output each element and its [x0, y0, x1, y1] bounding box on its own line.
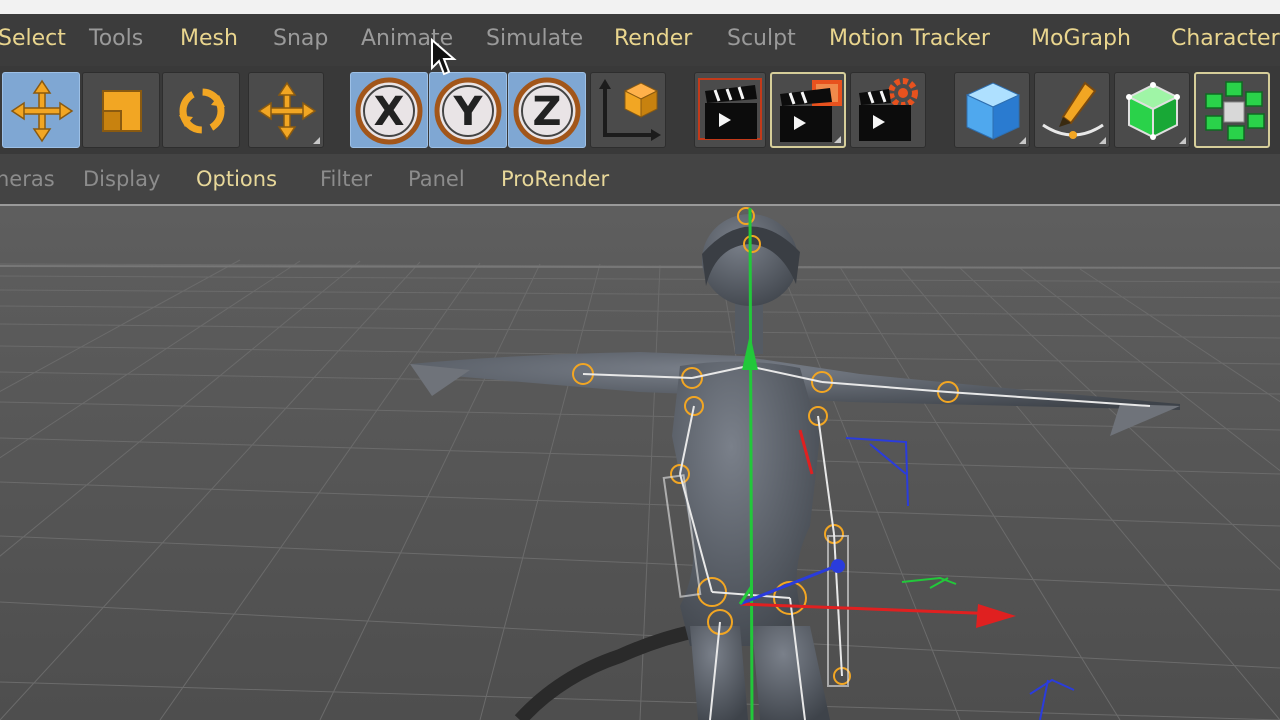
viewport-menu-cameras[interactable]: neras [0, 166, 55, 192]
clapperboard-icon [698, 78, 762, 140]
submenu-indicator [1099, 137, 1106, 144]
command-toolbar: X Y Z [0, 66, 1280, 154]
menu-mesh[interactable]: Mesh [180, 26, 238, 52]
window-title-strip [0, 0, 1280, 14]
viewport-menu-display[interactable]: Display [83, 166, 160, 192]
submenu-indicator [313, 137, 320, 144]
menu-sculpt[interactable]: Sculpt [727, 26, 796, 52]
rotate-icon [178, 87, 226, 135]
menu-mograph[interactable]: MoGraph [1031, 26, 1131, 52]
y-axis-label: Y [453, 89, 484, 135]
menu-simulate[interactable]: Simulate [486, 26, 583, 52]
cloner-button[interactable] [1194, 72, 1270, 148]
coordinate-system-icon [599, 79, 661, 141]
cloner-icon [1205, 81, 1265, 141]
menu-render[interactable]: Render [614, 26, 692, 52]
viewport-menu-filter[interactable]: Filter [320, 166, 372, 192]
main-menu-bar: Select Tools Mesh Snap Animate Simulate … [0, 14, 1280, 66]
submenu-indicator [1019, 137, 1026, 144]
z-axis-handle[interactable] [831, 559, 845, 573]
submenu-indicator [834, 136, 841, 143]
move-arrows-icon [10, 79, 74, 143]
menu-snap[interactable]: Snap [273, 26, 328, 52]
x-axis-label: X [374, 89, 405, 135]
menu-motion-tracker[interactable]: Motion Tracker [829, 26, 990, 52]
viewport-menu-prorender[interactable]: ProRender [501, 166, 609, 192]
x-axis-toggle[interactable]: X [350, 72, 428, 148]
3d-viewport[interactable] [0, 206, 1280, 720]
viewport-menu-options[interactable]: Options [196, 166, 277, 192]
menu-tools[interactable]: Tools [89, 26, 143, 52]
viewport-menu-bar: neras Display Options Filter Panel ProRe… [0, 154, 1280, 206]
viewport-menu-panel[interactable]: Panel [408, 166, 465, 192]
y-axis-toggle[interactable]: Y [429, 72, 507, 148]
scale-tool-button[interactable] [82, 72, 160, 148]
subdivision-surface-button[interactable] [1114, 72, 1190, 148]
menu-character[interactable]: Character [1171, 26, 1280, 52]
add-cube-button[interactable] [954, 72, 1030, 148]
transform-tool-button[interactable] [248, 72, 324, 148]
render-to-picture-viewer-button[interactable] [770, 72, 846, 148]
scale-icon [102, 90, 142, 132]
render-settings-button[interactable] [850, 72, 926, 148]
add-spline-pen-button[interactable] [1034, 72, 1110, 148]
z-axis-icon: Z [513, 77, 581, 145]
z-axis-toggle[interactable]: Z [508, 72, 586, 148]
render-settings-gear-icon [859, 78, 918, 141]
x-axis-icon: X [355, 77, 423, 145]
mouse-cursor-icon [431, 38, 457, 76]
menu-select[interactable]: Select [0, 26, 66, 52]
submenu-indicator [1179, 137, 1186, 144]
y-axis-icon: Y [434, 77, 502, 145]
render-view-button[interactable] [694, 72, 766, 148]
move-tool-button[interactable] [2, 72, 80, 148]
spine-bone [748, 207, 754, 720]
viewport-scene [0, 206, 1280, 720]
z-axis-label: Z [532, 89, 561, 135]
coordinate-system-button[interactable] [590, 72, 666, 148]
rotate-tool-button[interactable] [162, 72, 240, 148]
